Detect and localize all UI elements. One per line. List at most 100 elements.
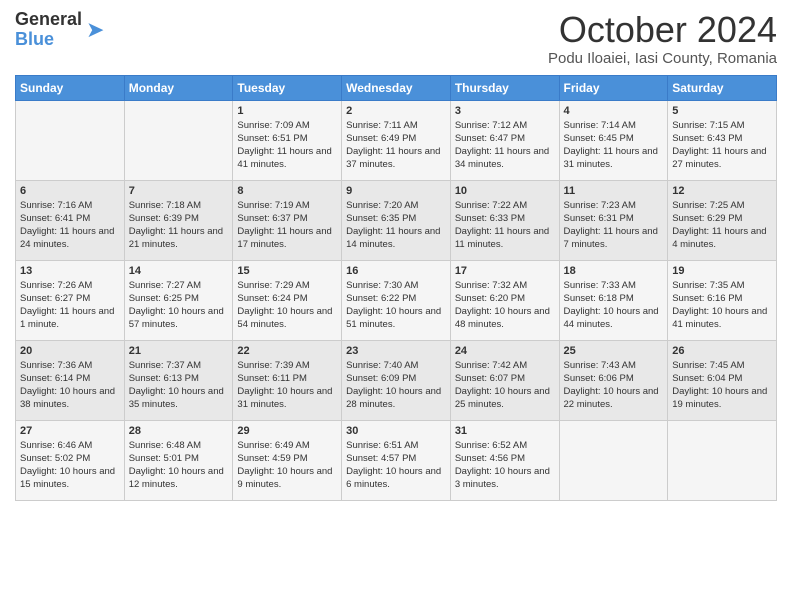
day-info: Sunrise: 7:22 AMSunset: 6:33 PMDaylight:… [455, 199, 555, 252]
day-number: 25 [564, 345, 664, 357]
day-info: Sunrise: 7:39 AMSunset: 6:11 PMDaylight:… [237, 359, 337, 412]
logo: General Blue ➤ [15, 10, 104, 50]
day-number: 8 [237, 185, 337, 197]
day-info: Sunrise: 7:12 AMSunset: 6:47 PMDaylight:… [455, 119, 555, 172]
calendar-cell: 15Sunrise: 7:29 AMSunset: 6:24 PMDayligh… [233, 260, 342, 340]
calendar-cell: 5 Sunrise: 7:15 AMSunset: 6:43 PMDaylight… [668, 100, 777, 180]
calendar-cell: 20 Sunrise: 7:36 AMSunset: 6:14 PMDayligh… [16, 340, 125, 420]
calendar-cell: 7 Sunrise: 7:18 AMSunset: 6:39 PMDaylight… [124, 180, 233, 260]
calendar-cell: 12 Sunrise: 7:25 AMSunset: 6:29 PMDayligh… [668, 180, 777, 260]
week-row-2: 6Sunrise: 7:16 AMSunset: 6:41 PMDaylight… [16, 180, 777, 260]
calendar-cell: 1 Sunrise: 7:09 AMSunset: 6:51 PMDaylight… [233, 100, 342, 180]
header-monday: Monday [124, 75, 233, 100]
day-info: Sunrise: 7:25 AMSunset: 6:29 PMDaylight:… [672, 199, 772, 252]
day-number: 13 [20, 265, 120, 277]
title-section: October 2024 Podu Iloaiei, Iasi County, … [548, 10, 777, 67]
day-info: Sunrise: 6:46 AMSunset: 5:02 PMDaylight:… [20, 439, 120, 492]
calendar-cell: 23Sunrise: 7:40 AMSunset: 6:09 PMDayligh… [342, 340, 451, 420]
header-thursday: Thursday [450, 75, 559, 100]
day-number: 26 [672, 345, 772, 357]
day-info: Sunrise: 6:52 AMSunset: 4:56 PMDaylight:… [455, 439, 555, 492]
day-info: Sunrise: 6:51 AMSunset: 4:57 PMDaylight:… [346, 439, 446, 492]
calendar-cell [559, 420, 668, 500]
calendar-cell: 9 Sunrise: 7:20 AMSunset: 6:35 PMDaylight… [342, 180, 451, 260]
logo-general-text: General [15, 9, 82, 29]
day-number: 10 [455, 185, 555, 197]
calendar-cell: 19Sunrise: 7:35 AMSunset: 6:16 PMDayligh… [668, 260, 777, 340]
logo-blue-text: Blue [15, 29, 54, 49]
calendar-cell: 10 Sunrise: 7:22 AMSunset: 6:33 PMDayligh… [450, 180, 559, 260]
day-number: 2 [346, 105, 446, 117]
day-number: 11 [564, 185, 664, 197]
day-number: 21 [129, 345, 229, 357]
calendar-cell: 16 Sunrise: 7:30 AMSunset: 6:22 PMDayligh… [342, 260, 451, 340]
day-number: 16 [346, 265, 446, 277]
calendar-cell: 22Sunrise: 7:39 AMSunset: 6:11 PMDayligh… [233, 340, 342, 420]
day-number: 28 [129, 425, 229, 437]
calendar-cell: 17 Sunrise: 7:32 AMSunset: 6:20 PMDayligh… [450, 260, 559, 340]
calendar-cell: 31 Sunrise: 6:52 AMSunset: 4:56 PMDayligh… [450, 420, 559, 500]
calendar-cell: 13Sunrise: 7:26 AMSunset: 6:27 PMDayligh… [16, 260, 125, 340]
day-number: 30 [346, 425, 446, 437]
calendar-cell: 11 Sunrise: 7:23 AMSunset: 6:31 PMDayligh… [559, 180, 668, 260]
day-info: Sunrise: 6:48 AMSunset: 5:01 PMDaylight:… [129, 439, 229, 492]
calendar-cell: 8 Sunrise: 7:19 AMSunset: 6:37 PMDaylight… [233, 180, 342, 260]
header-friday: Friday [559, 75, 668, 100]
day-number: 3 [455, 105, 555, 117]
calendar-cell [668, 420, 777, 500]
calendar-cell: 3 Sunrise: 7:12 AMSunset: 6:47 PMDaylight… [450, 100, 559, 180]
day-info: Sunrise: 6:49 AMSunset: 4:59 PMDaylight:… [237, 439, 337, 492]
calendar-cell: 29Sunrise: 6:49 AMSunset: 4:59 PMDayligh… [233, 420, 342, 500]
day-number: 6 [20, 185, 120, 197]
day-number: 31 [455, 425, 555, 437]
day-info: Sunrise: 7:23 AMSunset: 6:31 PMDaylight:… [564, 199, 664, 252]
day-info: Sunrise: 7:35 AMSunset: 6:16 PMDaylight:… [672, 279, 772, 332]
day-number: 9 [346, 185, 446, 197]
calendar-cell: 6Sunrise: 7:16 AMSunset: 6:41 PMDaylight… [16, 180, 125, 260]
day-info: Sunrise: 7:37 AMSunset: 6:13 PMDaylight:… [129, 359, 229, 412]
calendar-cell: 25 Sunrise: 7:43 AMSunset: 6:06 PMDayligh… [559, 340, 668, 420]
day-info: Sunrise: 7:29 AMSunset: 6:24 PMDaylight:… [237, 279, 337, 332]
day-number: 18 [564, 265, 664, 277]
day-number: 5 [672, 105, 772, 117]
day-info: Sunrise: 7:36 AMSunset: 6:14 PMDaylight:… [20, 359, 120, 412]
calendar-cell: 30 Sunrise: 6:51 AMSunset: 4:57 PMDayligh… [342, 420, 451, 500]
logo-bird-icon: ➤ [86, 17, 104, 43]
week-row-4: 20 Sunrise: 7:36 AMSunset: 6:14 PMDayligh… [16, 340, 777, 420]
day-number: 20 [20, 345, 120, 357]
day-info: Sunrise: 7:18 AMSunset: 6:39 PMDaylight:… [129, 199, 229, 252]
calendar-cell: 26Sunrise: 7:45 AMSunset: 6:04 PMDayligh… [668, 340, 777, 420]
calendar-cell: 18 Sunrise: 7:33 AMSunset: 6:18 PMDayligh… [559, 260, 668, 340]
day-number: 1 [237, 105, 337, 117]
calendar-cell: 28 Sunrise: 6:48 AMSunset: 5:01 PMDayligh… [124, 420, 233, 500]
calendar-header-row: Sunday Monday Tuesday Wednesday Thursday… [16, 75, 777, 100]
day-number: 17 [455, 265, 555, 277]
day-number: 4 [564, 105, 664, 117]
day-info: Sunrise: 7:33 AMSunset: 6:18 PMDaylight:… [564, 279, 664, 332]
day-info: Sunrise: 7:14 AMSunset: 6:45 PMDaylight:… [564, 119, 664, 172]
calendar-cell: 27 Sunrise: 6:46 AMSunset: 5:02 PMDayligh… [16, 420, 125, 500]
calendar-cell: 14Sunrise: 7:27 AMSunset: 6:25 PMDayligh… [124, 260, 233, 340]
header-wednesday: Wednesday [342, 75, 451, 100]
day-info: Sunrise: 7:20 AMSunset: 6:35 PMDaylight:… [346, 199, 446, 252]
header-tuesday: Tuesday [233, 75, 342, 100]
location-text: Podu Iloaiei, Iasi County, Romania [548, 50, 777, 67]
day-info: Sunrise: 7:43 AMSunset: 6:06 PMDaylight:… [564, 359, 664, 412]
week-row-1: 1 Sunrise: 7:09 AMSunset: 6:51 PMDaylight… [16, 100, 777, 180]
day-info: Sunrise: 7:42 AMSunset: 6:07 PMDaylight:… [455, 359, 555, 412]
calendar-cell: 2 Sunrise: 7:11 AMSunset: 6:49 PMDaylight… [342, 100, 451, 180]
day-info: Sunrise: 7:15 AMSunset: 6:43 PMDaylight:… [672, 119, 772, 172]
day-number: 7 [129, 185, 229, 197]
week-row-3: 13Sunrise: 7:26 AMSunset: 6:27 PMDayligh… [16, 260, 777, 340]
day-info: Sunrise: 7:09 AMSunset: 6:51 PMDaylight:… [237, 119, 337, 172]
main-container: General Blue ➤ October 2024 Podu Iloaiei… [0, 0, 792, 511]
day-number: 24 [455, 345, 555, 357]
day-info: Sunrise: 7:32 AMSunset: 6:20 PMDaylight:… [455, 279, 555, 332]
day-number: 12 [672, 185, 772, 197]
day-info: Sunrise: 7:11 AMSunset: 6:49 PMDaylight:… [346, 119, 446, 172]
day-info: Sunrise: 7:30 AMSunset: 6:22 PMDaylight:… [346, 279, 446, 332]
day-info: Sunrise: 7:19 AMSunset: 6:37 PMDaylight:… [237, 199, 337, 252]
day-number: 27 [20, 425, 120, 437]
day-info: Sunrise: 7:40 AMSunset: 6:09 PMDaylight:… [346, 359, 446, 412]
week-row-5: 27 Sunrise: 6:46 AMSunset: 5:02 PMDayligh… [16, 420, 777, 500]
